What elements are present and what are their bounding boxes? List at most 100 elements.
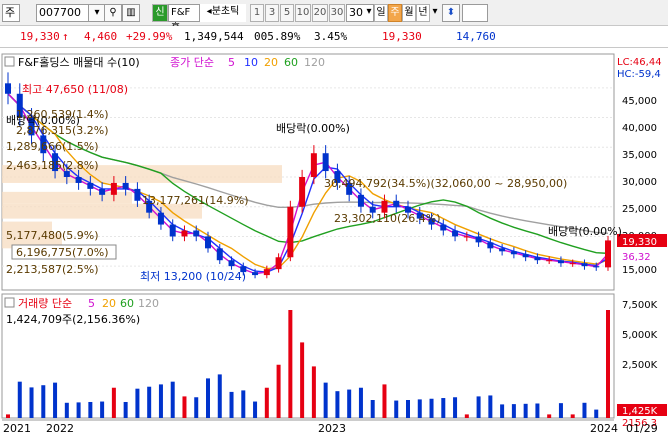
- volume-bar: [206, 378, 210, 418]
- volume-bar: [276, 364, 281, 418]
- volume-ratio: 005.89%: [254, 30, 301, 43]
- volume-bar: [347, 389, 352, 418]
- stock-name: F&F홀: [168, 4, 200, 34]
- volume-panel-toggle-icon[interactable]: [4, 297, 15, 308]
- candle-body: [581, 263, 588, 267]
- period-30[interactable]: 30: [329, 4, 345, 22]
- candle-body: [546, 260, 553, 262]
- candle-body: [299, 177, 306, 207]
- volume-bar: [123, 401, 128, 418]
- unit-day[interactable]: 일: [374, 4, 388, 22]
- volume-bar: [158, 384, 163, 418]
- period-select[interactable]: ◂분초틱: [200, 4, 246, 22]
- volume-bar: [606, 310, 610, 418]
- candle-body: [310, 153, 317, 177]
- candle-body: [181, 230, 188, 237]
- candle-body: [5, 83, 11, 94]
- volume-bar: [594, 409, 599, 418]
- period-20[interactable]: 20: [312, 4, 328, 22]
- volume-bar: [558, 403, 563, 418]
- candle-body: [157, 212, 164, 225]
- volume-bar: [311, 366, 316, 418]
- candle-body: [228, 260, 235, 267]
- panel-toggle-icon[interactable]: [4, 56, 15, 67]
- volume-bar: [382, 384, 387, 418]
- unit-year[interactable]: 년: [416, 4, 430, 22]
- candle-body: [569, 263, 576, 265]
- vol-y-tick: 7,500K: [622, 300, 658, 311]
- candle-body: [510, 251, 517, 255]
- candle-body: [593, 266, 600, 268]
- candle-body: [463, 236, 470, 238]
- vp-label: 5,177,480(5.9%): [6, 229, 99, 242]
- volume-bar: [523, 403, 528, 418]
- volume-bar: [88, 401, 93, 418]
- chevron-down-icon[interactable]: ▾: [430, 4, 440, 22]
- volume-bar: [29, 387, 34, 418]
- code-value: 007700: [39, 6, 81, 19]
- y-tick: 40,000: [622, 123, 657, 134]
- vp-label: 2,213,587(2.5%): [6, 263, 99, 276]
- candle-body: [499, 248, 506, 252]
- y-tick: 35,000: [622, 150, 657, 161]
- volume-bar: [135, 388, 140, 418]
- updown-arrow-icon[interactable]: ⬍: [442, 4, 460, 22]
- turnover: 3.45%: [314, 30, 348, 43]
- unit-month[interactable]: 월: [402, 4, 416, 22]
- volume-bar: [370, 400, 375, 418]
- chart-area[interactable]: F&F홀딩스 매물대 수(10) 종가 단순 5 10 20 60 120 LC…: [0, 48, 668, 436]
- volume-bar: [417, 399, 422, 418]
- period-label: 분초틱: [211, 6, 240, 17]
- x-label: 01/29: [626, 422, 658, 435]
- volume-bar: [358, 387, 363, 418]
- spin-value: 30: [349, 6, 363, 19]
- volume-bar: [511, 404, 516, 418]
- volume-bar: [570, 414, 575, 418]
- ma5-label: 5: [228, 56, 235, 69]
- vp-label: 13,177,261(14.9%): [142, 194, 249, 207]
- period-10[interactable]: 10: [295, 4, 311, 22]
- vp-label: 1,289,666(1.5%): [6, 140, 99, 153]
- volume-bar: [335, 391, 340, 418]
- vp-label: 1,260,539(1.4%): [16, 108, 109, 121]
- extra-input[interactable]: [462, 4, 488, 22]
- up-arrow-icon: ↑: [62, 30, 69, 43]
- vol-ma120-label: 120: [138, 297, 159, 310]
- chart-icon[interactable]: ▥: [122, 4, 140, 22]
- candle-body: [393, 200, 400, 207]
- ma10-label: 10: [244, 56, 258, 69]
- volume-bar: [53, 382, 58, 418]
- lc-label: LC:46,44: [617, 57, 662, 68]
- volume-bar: [41, 385, 46, 418]
- candle-body: [275, 257, 282, 270]
- low-annotation: 최저 13,200 (10/24): [140, 270, 246, 283]
- volume-bar: [100, 401, 105, 418]
- candle-body: [252, 272, 259, 276]
- ma120-label: 120: [304, 56, 325, 69]
- volume-bar: [535, 403, 540, 418]
- market-select[interactable]: 주: [2, 4, 20, 22]
- high-annotation: 최고 47,650 (11/08): [22, 83, 128, 96]
- volume-value: 1,349,544: [184, 30, 244, 43]
- unit-week[interactable]: 주: [388, 4, 402, 22]
- candle-body: [322, 153, 329, 172]
- search-icon[interactable]: ⚲: [104, 4, 122, 22]
- volume-bar: [17, 381, 22, 418]
- period-3[interactable]: 3: [265, 4, 279, 22]
- y-tick: 15,000: [622, 265, 657, 276]
- volume-bar: [217, 374, 222, 418]
- volume-bar: [582, 402, 587, 418]
- chevron-down-icon[interactable]: ▾: [364, 4, 374, 22]
- candle-body: [440, 224, 447, 231]
- period-5[interactable]: 5: [280, 4, 294, 22]
- change-rate: +29.99%: [126, 30, 173, 43]
- period-1[interactable]: 1: [250, 4, 264, 22]
- candle-body: [205, 236, 211, 249]
- candle-body: [487, 242, 494, 249]
- volume-bar: [488, 395, 493, 418]
- y-tick: 45,000: [622, 96, 657, 107]
- volume-bar: [182, 396, 187, 418]
- vol-tag-1-text: 1,425K: [622, 406, 658, 417]
- volume-bar: [170, 381, 175, 418]
- y-tick: 30,000: [622, 177, 657, 188]
